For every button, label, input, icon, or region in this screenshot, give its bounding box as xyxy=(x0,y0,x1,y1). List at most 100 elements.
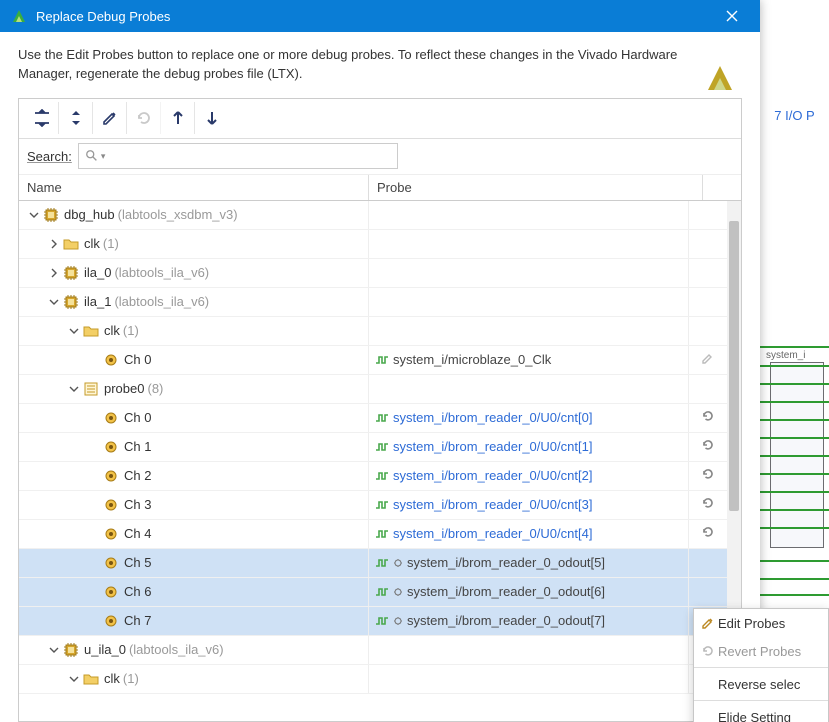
tree-row[interactable]: clk(1) xyxy=(19,317,727,346)
tree-row[interactable]: Ch 5system_i/brom_reader_0_odout[5] xyxy=(19,549,727,578)
ctx-edit-probes[interactable]: Edit Probes xyxy=(694,609,828,637)
tree-node-dim: (labtools_ila_v6) xyxy=(129,642,224,657)
search-row: Search: ▾ xyxy=(19,139,741,175)
tree-row[interactable]: Ch 6 system_i/brom_reader_0_odout[6] xyxy=(19,578,727,607)
tree-row[interactable]: probe0(8) xyxy=(19,375,727,404)
gear-icon xyxy=(393,558,403,568)
ctx-edit-label: Edit Probes xyxy=(718,616,785,631)
expand-toggle[interactable] xyxy=(47,237,61,251)
expand-toggle[interactable] xyxy=(47,643,61,657)
expand-toggle[interactable] xyxy=(47,266,61,280)
tree-row[interactable]: clk(1) xyxy=(19,230,727,259)
revert-probes-button[interactable] xyxy=(127,102,161,134)
search-box[interactable]: ▾ xyxy=(78,143,398,169)
table-header: Name Probe xyxy=(19,175,741,201)
tree-row[interactable]: u_ila_0(labtools_ila_v6) xyxy=(19,636,727,665)
tree-node-label: Ch 0 xyxy=(124,352,151,367)
probe-path: system_i/brom_reader_0_odout[6] xyxy=(407,584,605,599)
column-header-name[interactable]: Name xyxy=(19,175,369,200)
probes-panel: Search: ▾ Name Probe dbg_hub(labtools_xs… xyxy=(18,98,742,722)
pin-icon xyxy=(103,410,119,426)
tree-node-dim: (1) xyxy=(123,671,139,686)
tree-node-label: clk xyxy=(84,236,100,251)
expand-toggle[interactable] xyxy=(27,208,41,222)
folder-icon xyxy=(83,323,99,339)
gear-icon xyxy=(393,587,403,597)
ctx-elide-setting[interactable]: Elide Setting xyxy=(694,703,828,722)
tree-row[interactable]: Ch 1system_i/brom_reader_0/U0/cnt[1] xyxy=(19,433,727,462)
expand-all-button[interactable] xyxy=(59,102,93,134)
dialog-title: Replace Debug Probes xyxy=(36,9,712,24)
expand-toggle[interactable] xyxy=(47,295,61,309)
tree-node-dim: (1) xyxy=(123,323,139,338)
search-input[interactable] xyxy=(109,148,390,165)
tree-row[interactable]: ila_0(labtools_ila_v6) xyxy=(19,259,727,288)
dialog-instructions-area: Use the Edit Probes button to replace on… xyxy=(0,32,760,84)
signal-icon xyxy=(375,353,389,367)
tree-node-label: clk xyxy=(104,323,120,338)
tree-row[interactable]: Ch 7 system_i/brom_reader_0_odout[7] xyxy=(19,607,727,636)
tree-node-label: u_ila_0 xyxy=(84,642,126,657)
move-down-button[interactable] xyxy=(195,102,229,134)
revert-icon[interactable] xyxy=(701,525,715,542)
core-icon xyxy=(63,642,79,658)
ctx-revert-probes: Revert Probes xyxy=(694,637,828,665)
pin-icon xyxy=(103,526,119,542)
tree-row[interactable]: Ch 0system_i/microblaze_0_Clk xyxy=(19,346,727,375)
tree-node-label: ila_1 xyxy=(84,294,111,309)
search-dropdown-icon[interactable]: ▾ xyxy=(101,151,106,162)
tree-node-label: probe0 xyxy=(104,381,144,396)
tree-node-label: Ch 7 xyxy=(124,613,151,628)
probes-tree[interactable]: dbg_hub(labtools_xsdbm_v3)clk(1)ila_0(la… xyxy=(19,201,727,721)
probe-path: system_i/brom_reader_0/U0/cnt[3] xyxy=(393,497,592,512)
tree-node-label: Ch 0 xyxy=(124,410,151,425)
tree-node-label: Ch 6 xyxy=(124,584,151,599)
pin-icon xyxy=(103,497,119,513)
collapse-all-button[interactable] xyxy=(25,102,59,134)
probe-path: system_i/brom_reader_0/U0/cnt[2] xyxy=(393,468,592,483)
search-label: Search: xyxy=(27,149,72,164)
pencil-icon xyxy=(698,616,718,630)
panel-toolbar xyxy=(19,99,741,139)
tree-node-label: Ch 2 xyxy=(124,468,151,483)
edit-probes-button[interactable] xyxy=(93,102,127,134)
tree-row[interactable]: Ch 3 system_i/brom_reader_0/U0/cnt[3] xyxy=(19,491,727,520)
revert-icon[interactable] xyxy=(701,409,715,426)
tree-row[interactable]: Ch 0 system_i/brom_reader_0/U0/cnt[0] xyxy=(19,404,727,433)
probe-path: system_i/brom_reader_0_odout[7] xyxy=(407,613,605,628)
signal-icon xyxy=(375,498,389,512)
expand-toggle[interactable] xyxy=(67,324,81,338)
signal-icon xyxy=(375,440,389,454)
tree-row[interactable]: clk(1) xyxy=(19,665,727,694)
revert-icon[interactable] xyxy=(701,438,715,455)
revert-icon[interactable] xyxy=(701,496,715,513)
signal-icon xyxy=(375,614,389,628)
tree-node-label: clk xyxy=(104,671,120,686)
tree-row[interactable]: Ch 4system_i/brom_reader_0/U0/cnt[4] xyxy=(19,520,727,549)
ctx-reverse-selection[interactable]: Reverse selec xyxy=(694,670,828,698)
tree-node-label: Ch 3 xyxy=(124,497,151,512)
probe-path: system_i/brom_reader_0/U0/cnt[0] xyxy=(393,410,592,425)
app-icon xyxy=(10,7,28,25)
tree-node-dim: (labtools_ila_v6) xyxy=(114,265,209,280)
expand-toggle[interactable] xyxy=(67,382,81,396)
replace-debug-probes-dialog: Replace Debug Probes Use the Edit Probes… xyxy=(0,0,760,722)
close-button[interactable] xyxy=(712,0,752,32)
tree-row[interactable]: Ch 2 system_i/brom_reader_0/U0/cnt[2] xyxy=(19,462,727,491)
move-up-button[interactable] xyxy=(161,102,195,134)
revert-icon[interactable] xyxy=(701,467,715,484)
tree-row[interactable]: ila_1(labtools_ila_v6) xyxy=(19,288,727,317)
vivado-icon xyxy=(702,60,738,96)
column-header-probe[interactable]: Probe xyxy=(369,175,703,200)
edit-icon[interactable] xyxy=(701,351,715,368)
scrollbar-thumb[interactable] xyxy=(729,221,739,511)
tree-node-dim: (8) xyxy=(147,381,163,396)
tree-row[interactable]: dbg_hub(labtools_xsdbm_v3) xyxy=(19,201,727,230)
tree-node-dim: (1) xyxy=(103,236,119,251)
expand-toggle[interactable] xyxy=(67,672,81,686)
bg-tab-io-ports[interactable]: 7 I/O P xyxy=(760,100,829,131)
folder-icon xyxy=(83,671,99,687)
core-icon xyxy=(63,265,79,281)
pin-icon xyxy=(103,555,119,571)
ctx-elide-label: Elide Setting xyxy=(718,710,791,722)
